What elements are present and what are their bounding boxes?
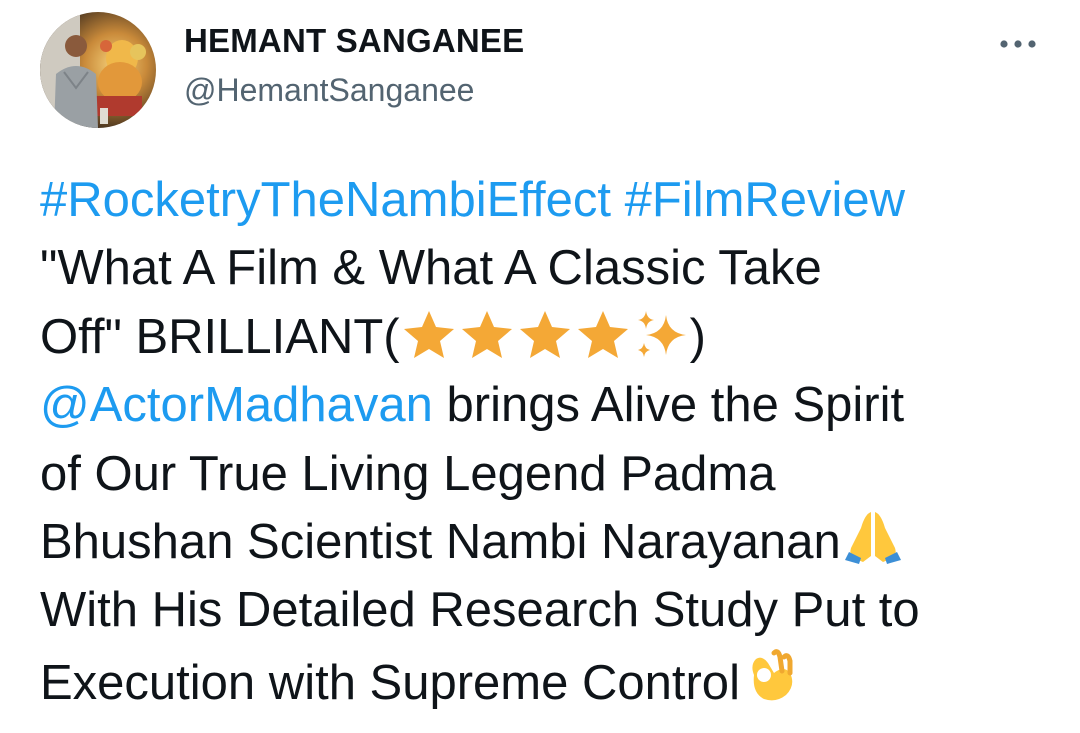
tweet-text-segment: Off" BRILLIANT( (40, 309, 400, 364)
tweet-text: #RocketryTheNambiEffect #FilmReview "Wha… (40, 166, 1060, 713)
tweet-line: Bhushan Scientist Nambi Narayanan (40, 508, 1060, 576)
tweet-text-segment: ) (689, 309, 706, 364)
tweet-line: @ActorMadhavan brings Alive the Spirit (40, 371, 1060, 439)
tweet-line: With His Detailed Research Study Put to (40, 583, 920, 638)
tweet-line: "What A Film & What A Classic Take (40, 241, 822, 296)
tweet-line: Off" BRILLIANT() (40, 303, 1060, 371)
star-emoji-icon (400, 309, 458, 377)
tweet-line: of Our True Living Legend Padma (40, 446, 776, 501)
author-display-name[interactable]: HEMANT SANGANEE (184, 22, 524, 60)
ok-hand-emoji-icon (740, 645, 800, 723)
more-options-button[interactable] (994, 30, 1042, 58)
more-horizontal-icon (1000, 40, 1036, 48)
tweet-text-segment: brings Alive the Spirit (432, 378, 905, 433)
sparkles-emoji-icon (632, 309, 690, 377)
author-handle[interactable]: @HemantSanganee (184, 72, 474, 109)
star-emoji-icon (516, 309, 574, 377)
avatar-image (40, 12, 156, 128)
hashtag-link[interactable]: #RocketryTheNambiEffect (40, 173, 611, 227)
tweet-text-segment: Execution with Supreme Control (40, 655, 740, 710)
star-emoji-icon (458, 309, 516, 377)
avatar[interactable] (40, 12, 156, 128)
star-emoji-icon (574, 309, 632, 377)
tweet-text-segment: Bhushan Scientist Nambi Narayanan (40, 514, 841, 569)
folded-hands-emoji-icon (841, 508, 905, 582)
mention-link[interactable]: @ActorMadhavan (40, 378, 433, 432)
tweet-line: #RocketryTheNambiEffect #FilmReview (40, 166, 1060, 234)
hashtag-link[interactable]: #FilmReview (625, 173, 905, 227)
tweet-line: Execution with Supreme Control (40, 645, 1060, 713)
tweet-card: HEMANT SANGANEE @HemantSanganee #Rocketr… (0, 0, 1080, 733)
